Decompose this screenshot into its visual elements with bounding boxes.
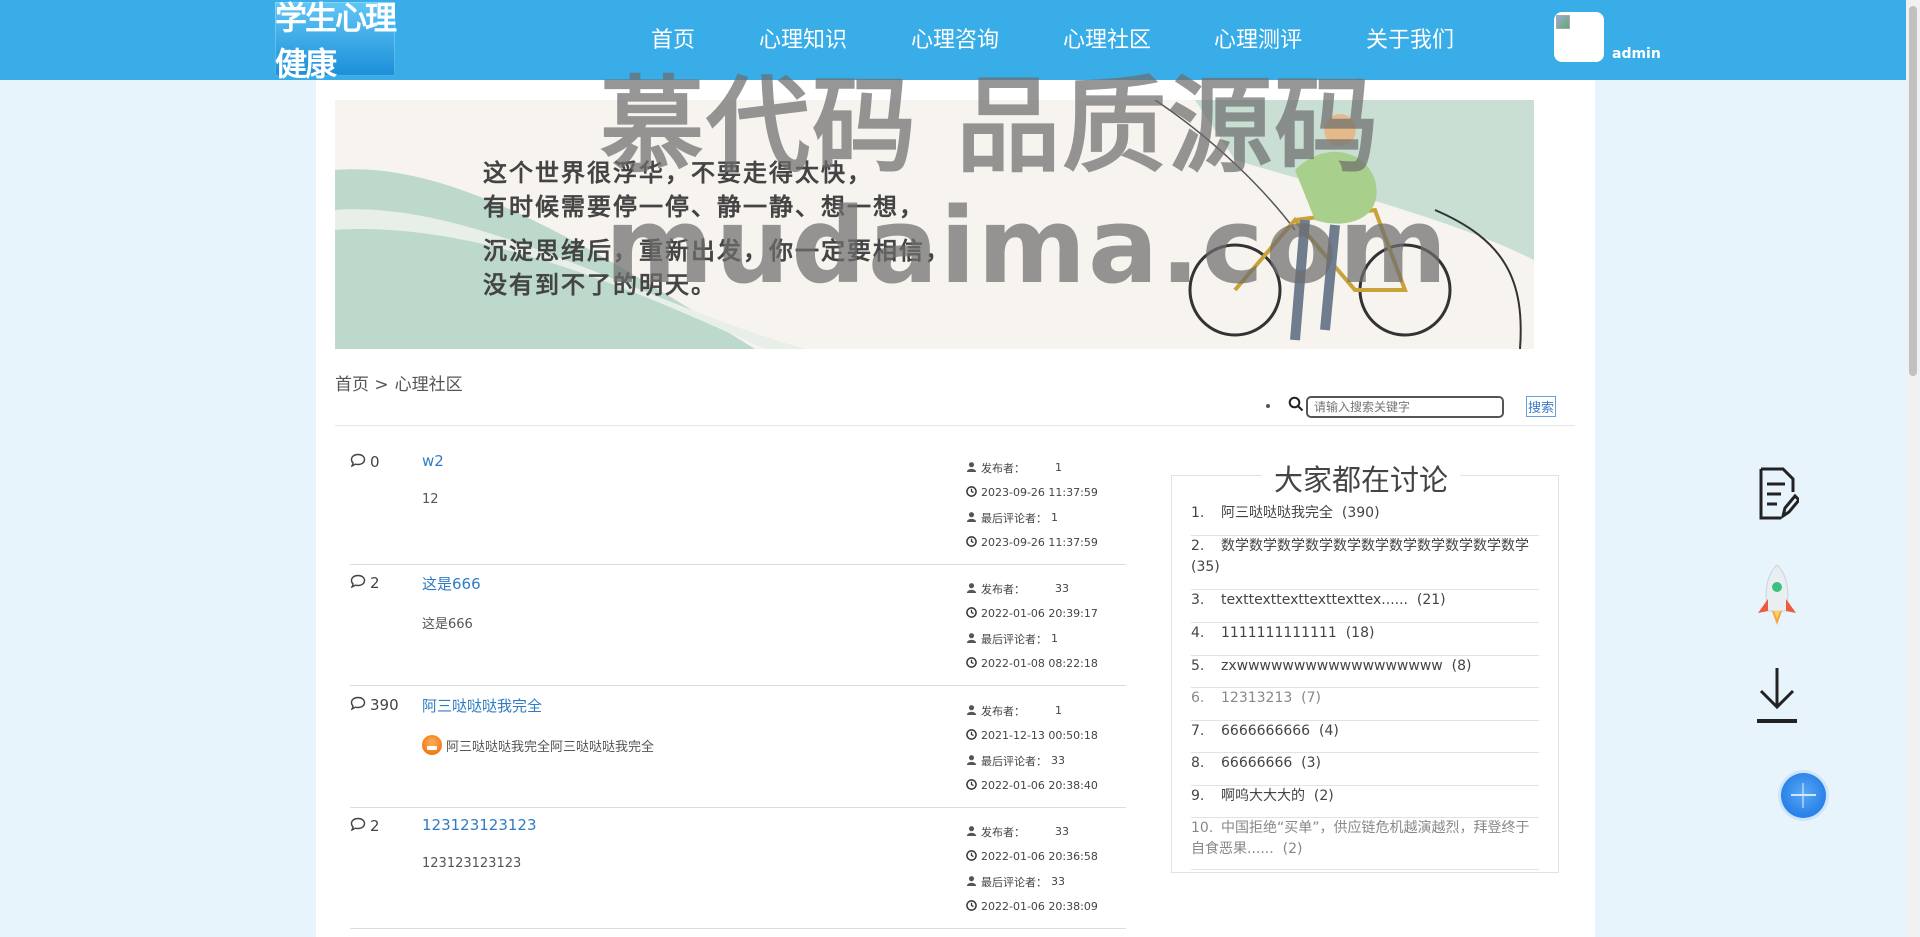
publisher: 1	[1055, 704, 1062, 717]
search-bullet	[1266, 404, 1270, 408]
publish-time: 2023-09-26 11:37:59	[981, 486, 1098, 499]
clock-icon	[966, 606, 977, 621]
post-title-link[interactable]: 这是666	[422, 573, 481, 594]
comment-bubble-icon	[350, 453, 366, 471]
broken-image-icon	[1556, 15, 1570, 29]
discussion-item[interactable]: 3. texttexttexttexttexttex...... (21)	[1191, 590, 1539, 623]
publish-time: 2022-01-06 20:36:58	[981, 850, 1098, 863]
post-title-link[interactable]: w2	[422, 452, 444, 470]
rocket-icon[interactable]	[1750, 563, 1804, 629]
user-icon	[966, 461, 977, 475]
comment-count: 2	[350, 817, 380, 835]
scrollbar[interactable]	[1906, 0, 1920, 937]
post-meta: 发布者： 1 2023-09-26 11:37:59 最后评论者： 1 2023-09-2…	[966, 455, 1098, 555]
nav-consulting[interactable]: 心理咨询	[911, 22, 999, 54]
clock-icon	[966, 849, 977, 864]
breadcrumb-home[interactable]: 首页 >	[335, 375, 389, 395]
publisher: 33	[1055, 582, 1069, 595]
post-row: 390 阿三哒哒哒我完全 阿三哒哒哒我完全阿三哒哒哒我完全 发布者： 1 2021-12-…	[350, 686, 1126, 808]
clock-icon	[966, 778, 977, 793]
comment-count: 390	[350, 696, 399, 714]
clock-icon	[966, 656, 977, 671]
search-input[interactable]	[1306, 396, 1504, 418]
last-comment-time: 2022-01-06 20:38:40	[981, 779, 1098, 792]
comment-bubble-icon	[350, 696, 366, 714]
clock-icon	[966, 535, 977, 550]
clock-icon	[966, 485, 977, 500]
post-edit-icon[interactable]	[1757, 466, 1799, 522]
user-icon	[966, 632, 977, 646]
post-meta: 发布者： 33 2022-01-06 20:39:17 最后评论者： 1 2022-01-…	[966, 576, 1098, 676]
breadcrumb-current: 心理社区	[394, 375, 463, 395]
search-icon	[1288, 396, 1304, 412]
comment-count: 2	[350, 574, 380, 592]
nav-home[interactable]: 首页	[651, 22, 695, 54]
post-row: 2 123123123123 123123123123 发布者： 33 2022-01-0…	[350, 807, 1126, 929]
post-meta: 发布者： 1 2021-12-13 00:50:18 最后评论者： 33 2022-01-…	[966, 698, 1098, 798]
discussion-item[interactable]: 10. 中国拒绝“买单”，供应链危机越演越烈，拜登终于自食恶果...... (2)	[1191, 818, 1539, 870]
publish-time: 2021-12-13 00:50:18	[981, 729, 1098, 742]
emoji-icon	[422, 735, 442, 755]
last-commenter: 33	[1051, 875, 1065, 888]
clock-icon	[966, 728, 977, 743]
last-comment-time: 2022-01-06 20:38:09	[981, 900, 1098, 913]
discussion-item[interactable]: 8. 66666666 (3)	[1191, 753, 1539, 786]
breadcrumb: 首页 > 心理社区	[335, 370, 469, 395]
user-avatar[interactable]	[1554, 12, 1604, 62]
user-icon	[966, 875, 977, 889]
clock-icon	[966, 899, 977, 914]
discussion-item[interactable]: 6. 12313213 (7)	[1191, 688, 1539, 721]
post-row: 0 w2 12 发布者： 1 2023-09-26 11:37:59 最后评论者： 1 2023…	[350, 443, 1126, 565]
download-icon[interactable]	[1755, 665, 1799, 725]
last-commenter: 1	[1051, 632, 1058, 645]
post-meta: 发布者： 33 2022-01-06 20:36:58 最后评论者： 33 2022-01…	[966, 819, 1098, 919]
nav-about[interactable]: 关于我们	[1366, 22, 1454, 54]
site-logo[interactable]: 学生心理健康	[275, 0, 397, 83]
watermark: 慕代码 品质源码 mudaima.com	[600, 65, 1450, 307]
discussion-item[interactable]: 5. zxwwwwwwwwwwwwwwwwww (8)	[1191, 656, 1539, 688]
discussion-item[interactable]: 1. 阿三哒哒哒我完全 (390)	[1191, 503, 1539, 536]
publisher: 33	[1055, 825, 1069, 838]
username[interactable]: admin	[1612, 46, 1661, 62]
last-commenter: 1	[1051, 511, 1058, 524]
scrollbar-thumb[interactable]	[1909, 6, 1917, 376]
publish-time: 2022-01-06 20:39:17	[981, 607, 1098, 620]
last-comment-time: 2022-01-08 08:22:18	[981, 657, 1098, 670]
post-excerpt: 12	[422, 492, 439, 507]
user-icon	[966, 704, 977, 718]
last-commenter: 33	[1051, 754, 1065, 767]
comment-bubble-icon	[350, 574, 366, 592]
last-comment-time: 2023-09-26 11:37:59	[981, 536, 1098, 549]
divider	[335, 425, 1575, 426]
post-excerpt: 阿三哒哒哒我完全阿三哒哒哒我完全	[422, 735, 654, 755]
post-excerpt: 123123123123	[422, 856, 522, 871]
floating-action-button[interactable]	[1781, 773, 1826, 818]
post-title-link[interactable]: 阿三哒哒哒我完全	[422, 695, 542, 716]
nav-knowledge[interactable]: 心理知识	[759, 22, 847, 54]
comment-count: 0	[350, 453, 380, 471]
post-row: 2 这是666 这是666 发布者： 33 2022-01-06 20:39:17 最后评论…	[350, 564, 1126, 686]
post-title-link[interactable]: 123123123123	[422, 816, 537, 834]
discussion-item[interactable]: 9. 啊呜大大大的 (2)	[1191, 786, 1539, 818]
discussion-item[interactable]: 7. 6666666666 (4)	[1191, 721, 1539, 753]
search-button[interactable]: 搜索	[1526, 396, 1556, 417]
comment-bubble-icon	[350, 817, 366, 835]
post-excerpt: 这是666	[422, 617, 473, 632]
discussion-title: 大家都在讨论	[1262, 457, 1461, 499]
user-icon	[966, 582, 977, 596]
user-icon	[966, 754, 977, 768]
user-icon	[966, 825, 977, 839]
discussion-item[interactable]: 2. 数学数学数学数学数学数学数学数学数学数学数学 (35)	[1191, 536, 1539, 590]
nav-assessment[interactable]: 心理测评	[1214, 22, 1302, 54]
publisher: 1	[1055, 461, 1062, 474]
nav-community[interactable]: 心理社区	[1063, 22, 1151, 54]
user-icon	[966, 511, 977, 525]
discussion-item[interactable]: 4. 1111111111111 (18)	[1191, 623, 1539, 656]
